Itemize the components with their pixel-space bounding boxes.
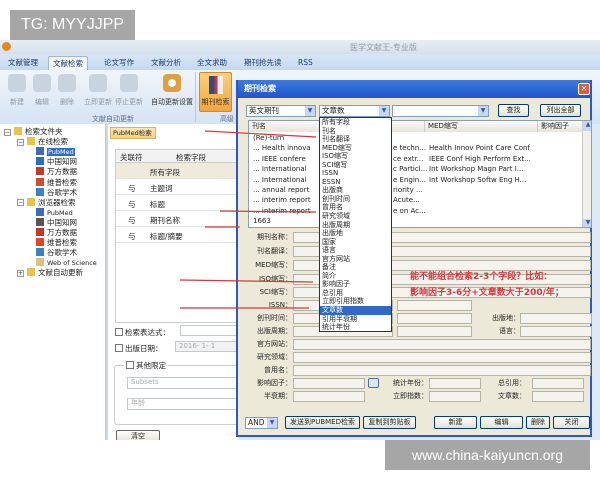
arrow [204,130,317,138]
app-window: 医学文献王-专业版 文献管理 文献检索 论文写作 文献分析 全文求助 期刊抢先读 RSS 文… [0,40,600,440]
watermark-top: TG: MYYJJPP [10,10,135,40]
annotation-arrows [179,130,317,309]
arrow [179,279,314,283]
arrow [219,210,317,213]
watermark-bottom: www.china-kaiyuncn.org [385,440,590,470]
